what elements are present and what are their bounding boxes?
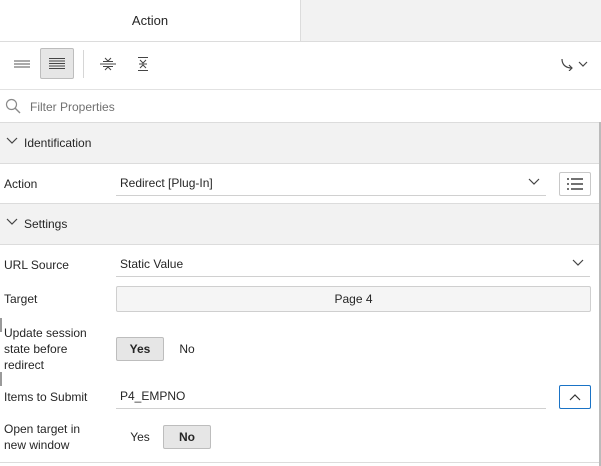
section-title: Settings <box>24 217 68 231</box>
label-line: new window <box>4 438 70 452</box>
items-to-submit-label: Items to Submit <box>4 390 88 404</box>
show-common-button[interactable] <box>5 48 39 79</box>
tab-bar: Action <box>0 0 601 42</box>
collapse-all-icon <box>100 57 116 70</box>
section-settings[interactable]: Settings <box>0 203 601 245</box>
search-icon <box>5 98 21 114</box>
url-source-value: Static Value <box>120 257 184 271</box>
section-title: Identification <box>24 136 92 150</box>
target-value: Page 4 <box>334 292 373 306</box>
chevron-down-icon <box>6 218 18 225</box>
target-label: Target <box>4 292 38 306</box>
items-to-submit-value: P4_EMPNO <box>120 389 186 403</box>
expand-all-icon <box>138 56 148 71</box>
required-marker <box>0 318 2 332</box>
filter-properties-input[interactable] <box>28 96 572 118</box>
go-to-group-icon <box>561 58 588 71</box>
required-marker <box>0 372 2 386</box>
tab-action-label: Action <box>131 13 169 28</box>
label-line: Update session <box>4 326 87 340</box>
option-label: No <box>179 430 195 444</box>
option-label: Yes <box>130 430 150 444</box>
label-line: Open target in <box>4 422 81 436</box>
chevron-down-icon <box>528 178 540 185</box>
items-to-submit-input[interactable]: P4_EMPNO <box>116 385 546 409</box>
toolbar-separator <box>83 50 84 78</box>
show-common-icon <box>14 60 30 67</box>
label-line: state before <box>4 342 68 356</box>
show-all-icon <box>49 57 65 69</box>
collapse-all-button[interactable] <box>91 48 125 79</box>
action-label: Action <box>4 177 38 191</box>
go-to-group-button[interactable] <box>557 48 591 79</box>
update-session-label: Update session state before redirect <box>4 325 87 373</box>
update-session-yes[interactable]: Yes <box>116 337 164 361</box>
option-label: No <box>179 342 195 356</box>
filter-properties <box>0 90 601 123</box>
target-link-button[interactable]: Page 4 <box>116 286 591 312</box>
action-list-button[interactable] <box>559 172 591 196</box>
action-select[interactable]: Redirect [Plug-In] <box>116 172 546 196</box>
divider <box>0 462 601 463</box>
open-new-window-yes[interactable]: Yes <box>118 425 162 449</box>
label-line: redirect <box>4 358 45 372</box>
option-label: Yes <box>129 342 151 356</box>
property-toolbar <box>0 41 601 90</box>
chevron-down-icon <box>572 259 584 266</box>
open-new-window-no[interactable]: No <box>163 425 211 449</box>
url-source-label: URL Source <box>4 258 69 272</box>
chevron-down-icon <box>6 137 18 144</box>
action-value: Redirect [Plug-In] <box>120 176 213 190</box>
update-session-no[interactable]: No <box>166 337 208 361</box>
url-source-select[interactable]: Static Value <box>116 253 590 277</box>
expand-all-button[interactable] <box>126 48 160 79</box>
items-to-submit-picker-button[interactable] <box>559 385 591 409</box>
tab-action[interactable]: Action <box>0 0 301 41</box>
section-identification[interactable]: Identification <box>0 122 601 164</box>
chevron-up-icon <box>569 394 581 401</box>
open-new-window-label: Open target in new window <box>4 421 80 453</box>
show-all-button[interactable] <box>40 48 74 79</box>
list-icon <box>567 178 583 190</box>
